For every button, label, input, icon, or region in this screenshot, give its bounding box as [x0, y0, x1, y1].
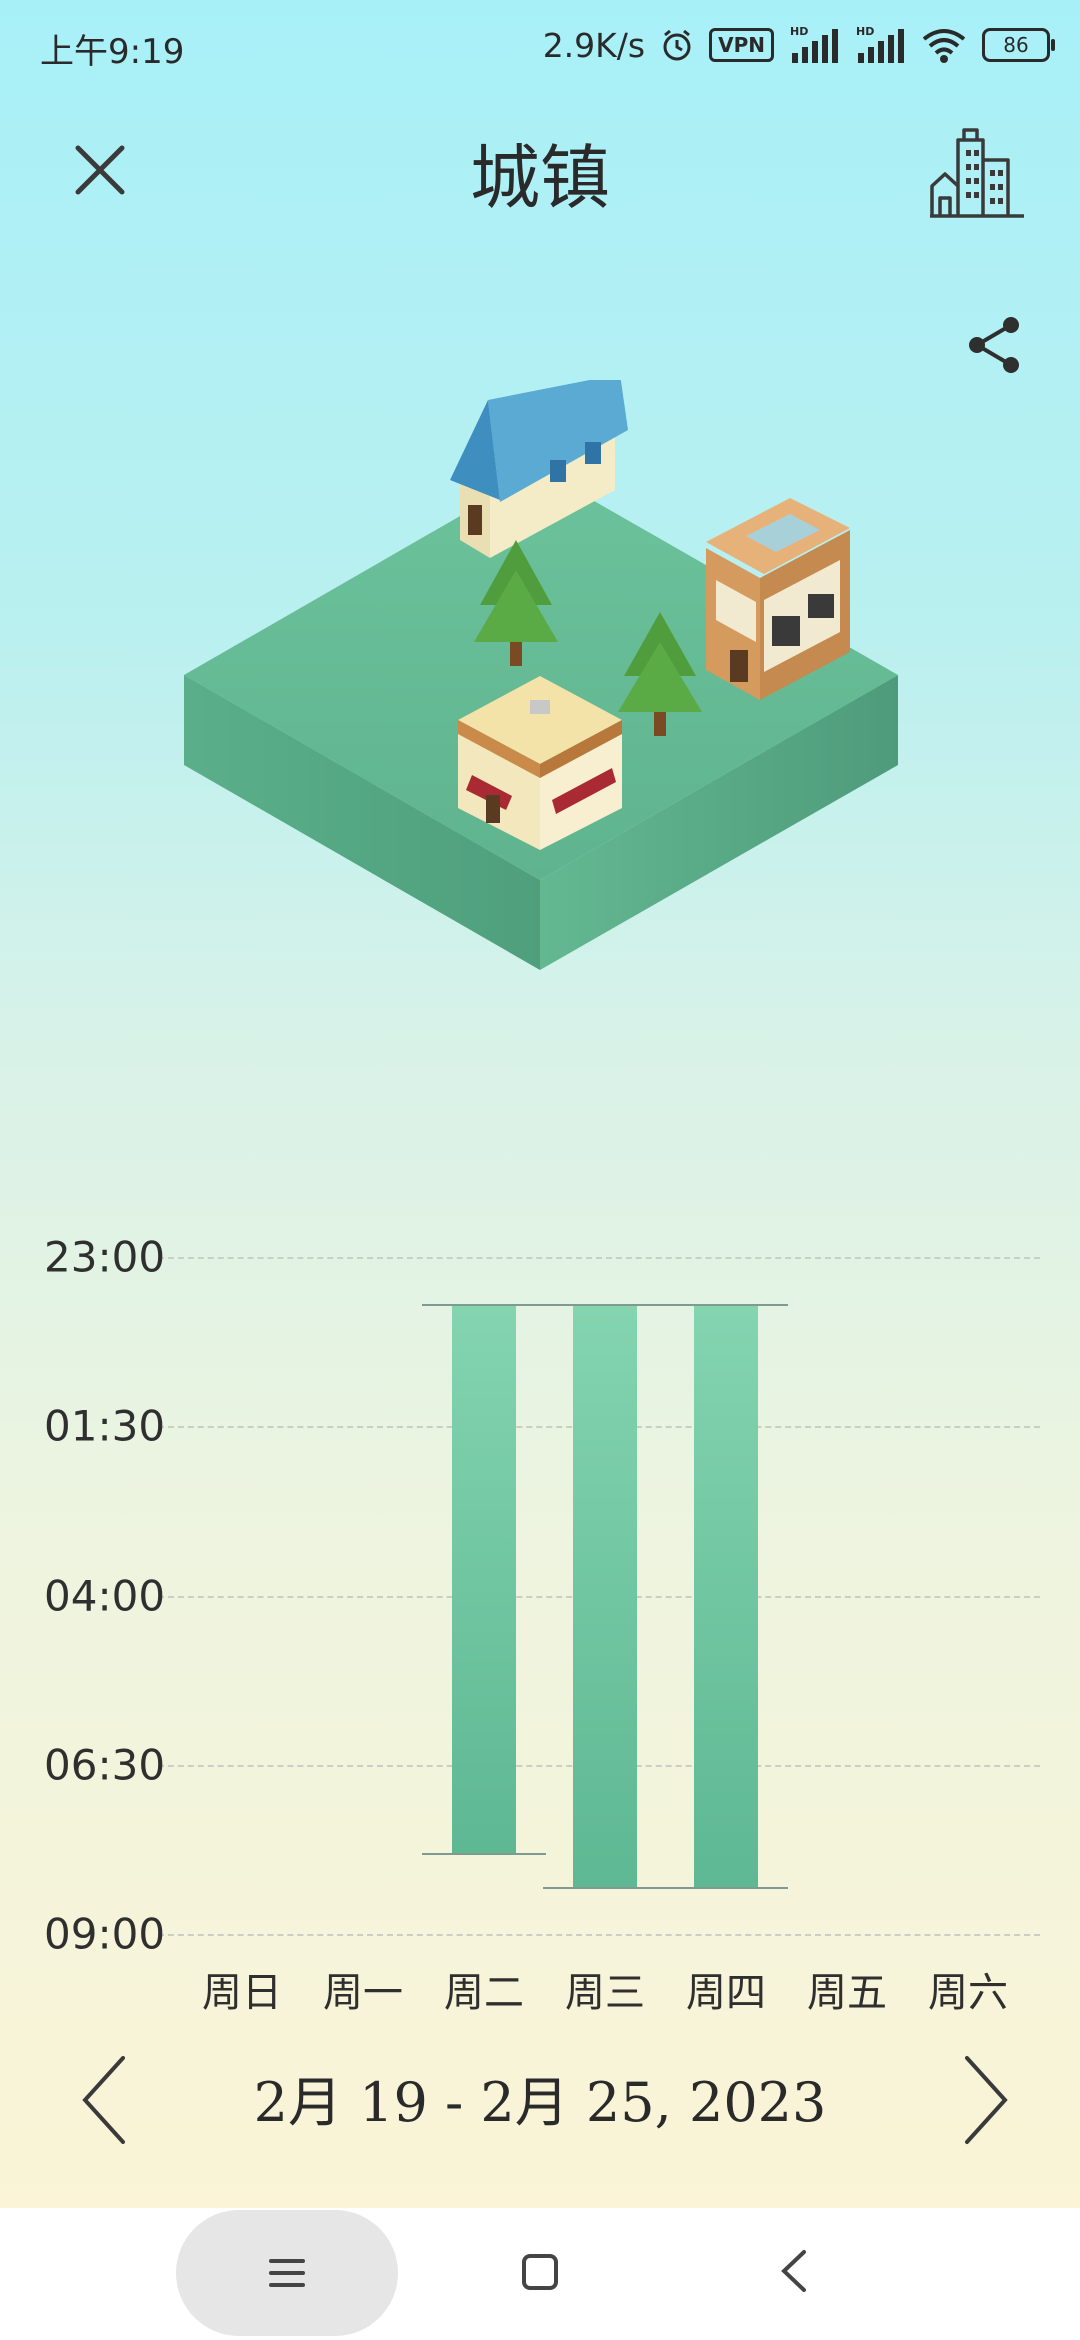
y-tick-label: 01:30 [44, 1401, 166, 1451]
menu-icon [269, 2259, 305, 2287]
svg-text:HD: HD [790, 25, 808, 38]
sleep-chart: 23:00 01:30 04:00 06:30 09:00 周日 周一 周二 周三 周四 周五 周六 [0, 1190, 1080, 2050]
page-title: 城镇 [470, 137, 610, 219]
y-tick-label: 04:00 [44, 1571, 166, 1620]
town-illustration [184, 380, 898, 970]
wifi-icon [922, 29, 966, 63]
app-screen: 上午9:19 2.9K/s VPN HD HD 86 城镇 23:00 01:3… [0, 0, 1080, 2208]
x-tick-label: 周三 [565, 1970, 645, 2016]
gridline [158, 1934, 1040, 1936]
y-tick-label: 09:00 [44, 1909, 166, 1959]
bar-cap-line [543, 1304, 667, 1307]
recent-apps-button[interactable] [176, 2210, 398, 2336]
share-button[interactable] [950, 300, 1040, 390]
back-button[interactable] [774, 2246, 814, 2296]
back-icon [781, 2250, 806, 2292]
bar-cap-line [422, 1852, 546, 1855]
x-tick-label: 周六 [928, 1970, 1008, 2016]
bar-cap-line [422, 1304, 546, 1307]
status-bar: 上午9:19 2.9K/s VPN HD HD 86 [0, 0, 1080, 90]
signal-icon-2: HD [856, 25, 904, 63]
system-nav-bar [0, 2208, 1080, 2340]
header: 城镇 [0, 110, 1080, 230]
chevron-right-icon [965, 2056, 1008, 2144]
next-week-button[interactable] [940, 2050, 1030, 2150]
signal-icon: HD [790, 25, 838, 63]
y-tick-label: 23:00 [44, 1232, 166, 1282]
share-icon [969, 317, 1019, 373]
gridline [158, 1257, 1040, 1259]
battery-indicator: 86 [982, 28, 1055, 62]
sleep-bar[interactable] [452, 1304, 516, 1853]
sleep-bar[interactable] [573, 1304, 637, 1887]
y-tick-label: 06:30 [44, 1740, 166, 1790]
bar-cap-line [664, 1304, 788, 1307]
home-button[interactable] [520, 2252, 560, 2292]
x-tick-label: 周日 [202, 1970, 282, 2016]
city-buildings-icon [930, 128, 1024, 218]
date-range-nav: 2月 19 - 2月 25, 2023 [0, 2040, 1080, 2150]
vpn-badge: VPN [709, 28, 774, 62]
bar-cap-line [543, 1886, 667, 1889]
city-button[interactable] [928, 120, 1028, 220]
svg-text:HD: HD [856, 25, 874, 38]
x-tick-label: 周二 [444, 1970, 524, 2016]
status-time: 上午9:19 [40, 32, 185, 72]
alarm-icon [663, 29, 691, 61]
date-range-label: 2月 19 - 2月 25, 2023 [253, 2071, 827, 2134]
x-tick-label: 周一 [323, 1970, 403, 2016]
home-icon [522, 2254, 558, 2290]
status-icons: 2.9K/s VPN HD HD 86 [542, 20, 1055, 70]
network-speed: 2.9K/s [542, 25, 646, 65]
x-tick-label: 周五 [807, 1970, 887, 2016]
bar-cap-line [664, 1886, 788, 1889]
sleep-bar[interactable] [694, 1304, 758, 1887]
x-tick-label: 周四 [686, 1970, 766, 2016]
